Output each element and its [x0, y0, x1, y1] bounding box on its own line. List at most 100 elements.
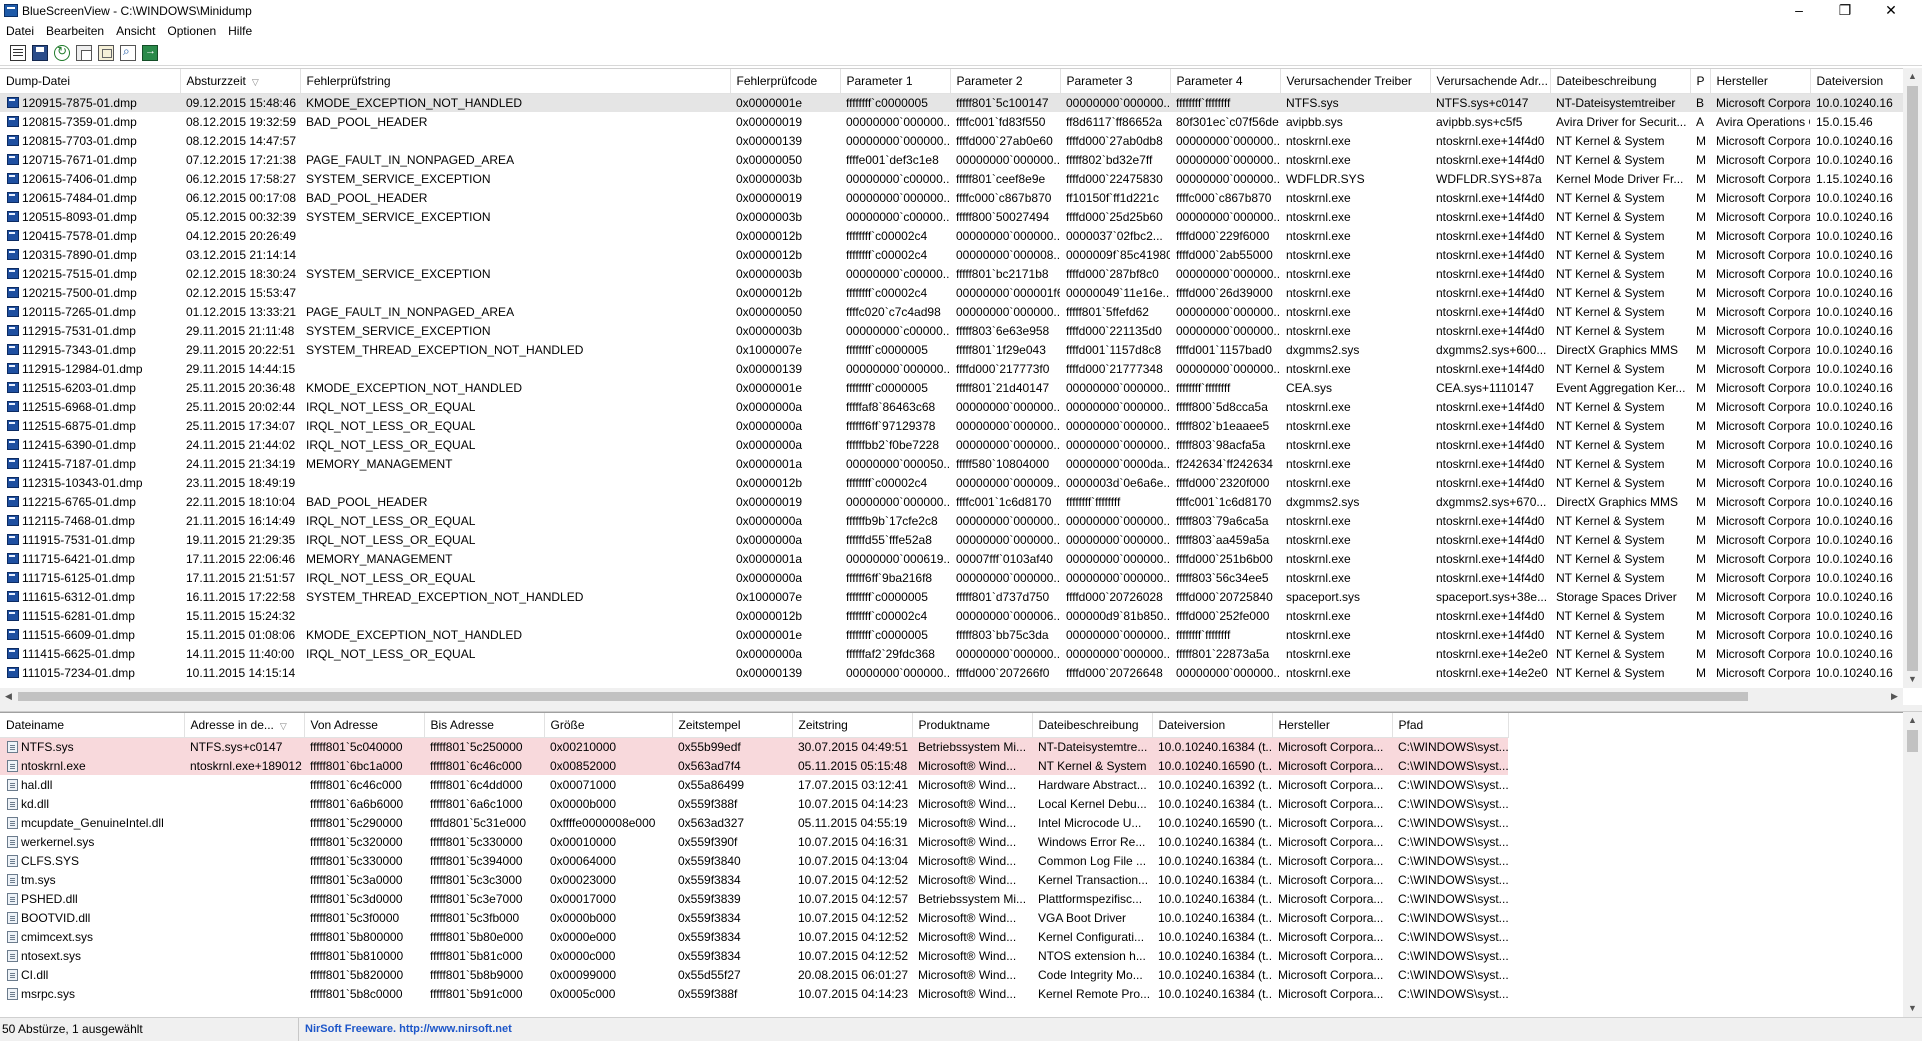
copy-icon[interactable]: [76, 45, 92, 61]
module-row[interactable]: CI.dll fffff801`5b820000 fffff801`5b8b9000…: [0, 965, 1508, 984]
module-row[interactable]: ntoskrnl.exe ntoskrnl.exe+189012 fffff801`…: [0, 756, 1508, 775]
module-row[interactable]: BOOTVID.dll fffff801`5c3f0000 fffff801`5c3…: [0, 908, 1508, 927]
crash-col-header[interactable]: P: [1690, 69, 1711, 94]
scroll-thumb[interactable]: [1907, 730, 1918, 752]
crash-row[interactable]: 112215-6765-01.dmp 22.11.2015 18:10:04 BAD…: [0, 492, 1903, 511]
module-row[interactable]: mcupdate_GenuineIntel.dll fffff801`5c2900…: [0, 813, 1508, 832]
module-row[interactable]: ntosext.sys fffff801`5b810000 fffff801`5b8…: [0, 946, 1508, 965]
crash-row[interactable]: 112315-10343-01.dmp 23.11.2015 18:49:19 0x…: [0, 473, 1903, 492]
exit-icon[interactable]: [142, 45, 158, 61]
crash-row[interactable]: 112915-7531-01.dmp 29.11.2015 21:11:48 SYS…: [0, 321, 1903, 340]
menu-ansicht[interactable]: Ansicht: [110, 22, 161, 40]
crash-row[interactable]: 120815-7703-01.dmp 08.12.2015 14:47:57 0x0…: [0, 131, 1903, 150]
module-row[interactable]: PSHED.dll fffff801`5c3d0000 fffff801`5c3e7…: [0, 889, 1508, 908]
module-col-header[interactable]: Von Adresse: [304, 713, 425, 738]
scroll-left-icon[interactable]: ◀: [0, 688, 17, 705]
crash-row[interactable]: 111015-7234-01.dmp 10.11.2015 14:15:14 0x0…: [0, 663, 1903, 682]
crash-row[interactable]: 120115-7265-01.dmp 01.12.2015 13:33:21 PAG…: [0, 302, 1903, 321]
crash-row[interactable]: 120915-7875-01.dmp 09.12.2015 15:48:46 KMO…: [0, 93, 1903, 112]
save-icon[interactable]: [32, 45, 48, 61]
module-col-header[interactable]: Produktname: [912, 713, 1033, 738]
crash-col-header[interactable]: Fehlerprüfstring: [300, 69, 731, 94]
crash-row[interactable]: 120415-7578-01.dmp 04.12.2015 20:26:49 0x0…: [0, 226, 1903, 245]
pane-splitter[interactable]: [0, 705, 1922, 712]
crash-row[interactable]: 120615-7406-01.dmp 06.12.2015 17:58:27 SYS…: [0, 169, 1903, 188]
refresh-icon[interactable]: [54, 44, 70, 61]
crash-col-header[interactable]: Dateiversion: [1810, 69, 1903, 94]
module-col-header[interactable]: Bis Adresse: [424, 713, 545, 738]
menu-hilfe[interactable]: Hilfe: [222, 22, 258, 40]
module-col-header[interactable]: Dateibeschreibung: [1032, 713, 1153, 738]
crash-col-header[interactable]: Dump-Datei: [0, 69, 181, 94]
module-row[interactable]: werkernel.sys fffff801`5c320000 fffff801`5…: [0, 832, 1508, 851]
crash-row[interactable]: 120715-7671-01.dmp 07.12.2015 17:21:38 PAG…: [0, 150, 1903, 169]
crash-row[interactable]: 112515-6875-01.dmp 25.11.2015 17:34:07 IRQ…: [0, 416, 1903, 435]
menu-datei[interactable]: Datei: [0, 22, 40, 40]
crash-col-header[interactable]: Parameter 1: [840, 69, 951, 94]
crash-col-header[interactable]: Hersteller: [1710, 69, 1811, 94]
module-row[interactable]: cmimcext.sys fffff801`5b800000 fffff801`5b…: [0, 927, 1508, 946]
module-row[interactable]: NTFS.sys NTFS.sys+c0147 fffff801`5c040000 f…: [0, 737, 1508, 756]
crash-row[interactable]: 120815-7359-01.dmp 08.12.2015 19:32:59 BAD…: [0, 112, 1903, 131]
scroll-down-icon[interactable]: ▼: [1903, 671, 1922, 688]
module-row[interactable]: hal.dll fffff801`6c46c000 fffff801`6c4dd00…: [0, 775, 1508, 794]
scroll-down-icon[interactable]: ▼: [1903, 1000, 1922, 1017]
hscroll-thumb[interactable]: [18, 692, 1748, 701]
crash-col-header[interactable]: Parameter 3: [1060, 69, 1171, 94]
scroll-up-icon[interactable]: ▲: [1903, 712, 1922, 729]
crash-row[interactable]: 111515-6609-01.dmp 15.11.2015 01:08:06 KMO…: [0, 625, 1903, 644]
scroll-right-icon[interactable]: ▶: [1886, 688, 1903, 705]
module-col-header[interactable]: Zeitstempel: [672, 713, 793, 738]
minimize-button[interactable]: –: [1776, 0, 1822, 22]
crash-list-vscrollbar[interactable]: ▲ ▼: [1903, 68, 1922, 688]
module-col-header[interactable]: Zeitstring: [792, 713, 913, 738]
module-col-header[interactable]: Dateiversion: [1152, 713, 1273, 738]
crash-col-header[interactable]: Verursachende Adr...: [1430, 69, 1551, 94]
nirsoft-link[interactable]: NirSoft Freeware. http://www.nirsoft.net: [305, 1018, 512, 1041]
properties-icon[interactable]: [10, 45, 26, 61]
crash-row[interactable]: 111715-6421-01.dmp 17.11.2015 22:06:46 MEM…: [0, 549, 1903, 568]
crash-row[interactable]: 112415-6390-01.dmp 24.11.2015 21:44:02 IRQ…: [0, 435, 1903, 454]
close-button[interactable]: ✕: [1868, 0, 1914, 22]
crash-col-header[interactable]: Parameter 2: [950, 69, 1061, 94]
menu-optionen[interactable]: Optionen: [161, 22, 222, 40]
crash-row[interactable]: 112915-7343-01.dmp 29.11.2015 20:22:51 SYS…: [0, 340, 1903, 359]
scroll-up-icon[interactable]: ▲: [1903, 68, 1922, 85]
module-list-vscrollbar[interactable]: ▲ ▼: [1903, 712, 1922, 1017]
menu-bearbeiten[interactable]: Bearbeiten: [40, 22, 110, 40]
module-row[interactable]: tm.sys fffff801`5c3a0000 fffff801`5c3c3000…: [0, 870, 1508, 889]
module-row[interactable]: CLFS.SYS fffff801`5c330000 fffff801`5c3940…: [0, 851, 1508, 870]
module-col-header[interactable]: Größe: [544, 713, 673, 738]
crash-row[interactable]: 111715-6125-01.dmp 17.11.2015 21:51:57 IRQ…: [0, 568, 1903, 587]
scroll-thumb[interactable]: [1907, 86, 1918, 671]
crash-row[interactable]: 112115-7468-01.dmp 21.11.2015 16:14:49 IRQ…: [0, 511, 1903, 530]
module-col-header[interactable]: Adresse in de... ▽: [184, 713, 305, 738]
crash-row[interactable]: 112915-12984-01.dmp 29.11.2015 14:44:15 0x…: [0, 359, 1903, 378]
crash-row[interactable]: 120615-7484-01.dmp 06.12.2015 00:17:08 BAD…: [0, 188, 1903, 207]
crash-col-header[interactable]: Parameter 4: [1170, 69, 1281, 94]
crash-row[interactable]: 120515-8093-01.dmp 05.12.2015 00:32:39 SYS…: [0, 207, 1903, 226]
module-row[interactable]: msrpc.sys fffff801`5b8c0000 fffff801`5b91c…: [0, 984, 1508, 1003]
crash-row[interactable]: 112415-7187-01.dmp 24.11.2015 21:34:19 MEM…: [0, 454, 1903, 473]
module-row[interactable]: kd.dll fffff801`6a6b6000 fffff801`6a6c1000…: [0, 794, 1508, 813]
crash-row[interactable]: 111915-7531-01.dmp 19.11.2015 21:29:35 IRQ…: [0, 530, 1903, 549]
crash-list-hscrollbar[interactable]: ◀ ▶: [0, 688, 1903, 705]
html-report-icon[interactable]: [98, 45, 114, 61]
crash-row[interactable]: 120215-7515-01.dmp 02.12.2015 18:30:24 SYS…: [0, 264, 1903, 283]
crash-col-header[interactable]: Fehlerprüfcode: [730, 69, 841, 94]
crash-row[interactable]: 111515-6281-01.dmp 15.11.2015 15:24:32 0x0…: [0, 606, 1903, 625]
module-col-header[interactable]: Dateiname: [0, 713, 185, 738]
crash-row[interactable]: 112515-6968-01.dmp 25.11.2015 20:02:44 IRQ…: [0, 397, 1903, 416]
module-col-header[interactable]: Pfad: [1392, 713, 1509, 738]
crash-row[interactable]: 111415-6625-01.dmp 14.11.2015 11:40:00 IRQ…: [0, 644, 1903, 663]
crash-row[interactable]: 120215-7500-01.dmp 02.12.2015 15:53:47 0x0…: [0, 283, 1903, 302]
crash-row[interactable]: 120315-7890-01.dmp 03.12.2015 21:14:14 0x0…: [0, 245, 1903, 264]
module-col-header[interactable]: Hersteller: [1272, 713, 1393, 738]
find-icon[interactable]: [120, 44, 136, 61]
crash-col-header[interactable]: Absturzzeit ▽: [180, 69, 301, 94]
crash-col-header[interactable]: Verursachender Treiber: [1280, 69, 1431, 94]
crash-row[interactable]: 112515-6203-01.dmp 25.11.2015 20:36:48 KMO…: [0, 378, 1903, 397]
restore-button[interactable]: ❐: [1822, 0, 1868, 22]
crash-col-header[interactable]: Dateibeschreibung: [1550, 69, 1691, 94]
crash-row[interactable]: 111615-6312-01.dmp 16.11.2015 17:22:58 SYS…: [0, 587, 1903, 606]
